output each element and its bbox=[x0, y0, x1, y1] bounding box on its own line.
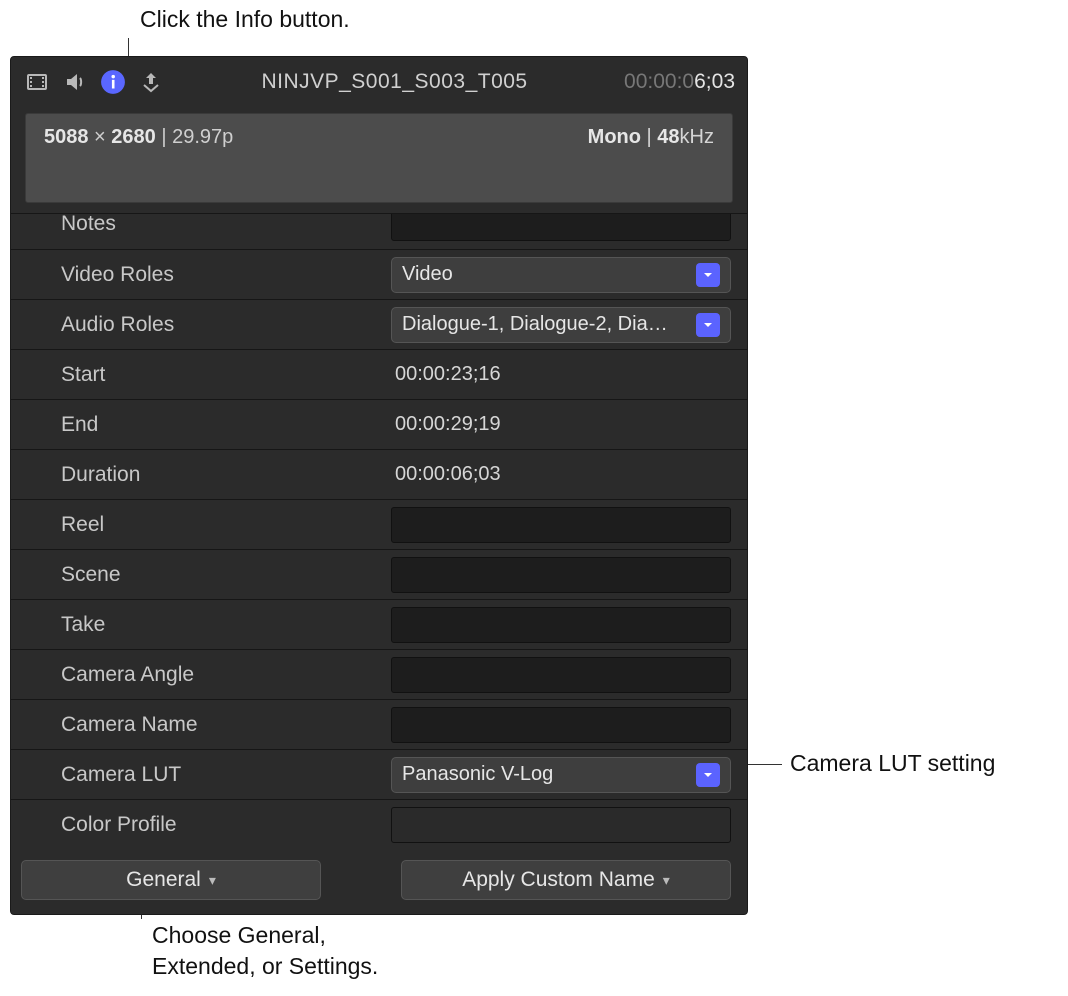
callout-line2: Extended, or Settings. bbox=[152, 951, 378, 982]
clip-name: NINJVP_S001_S003_T005 bbox=[175, 70, 614, 94]
dropdown-camera-lut-value: Panasonic V-Log bbox=[402, 763, 553, 786]
clip-format-summary: 5088 × 2680 | 29.97p Mono | 48kHz bbox=[25, 113, 733, 203]
field-color-profile[interactable] bbox=[391, 807, 731, 843]
row-video-roles: Video Roles Video bbox=[11, 250, 747, 300]
label-start: Start bbox=[61, 363, 391, 387]
label-camera-angle: Camera Angle bbox=[61, 663, 391, 687]
row-camera-angle: Camera Angle bbox=[11, 650, 747, 700]
chevron-down-icon: ▾ bbox=[209, 872, 216, 889]
field-reel[interactable] bbox=[391, 507, 731, 543]
khz-label: kHz bbox=[680, 126, 714, 148]
timecode-bright: 6;03 bbox=[694, 70, 735, 93]
frame-rate: 29.97p bbox=[172, 126, 233, 148]
metadata-rows: Notes Video Roles Video Audio Roles Dial… bbox=[11, 213, 747, 850]
inspector-footer: General ▾ Apply Custom Name ▾ bbox=[11, 850, 747, 914]
label-color-profile: Color Profile bbox=[61, 813, 391, 837]
share-inspector-icon[interactable] bbox=[137, 68, 165, 96]
row-end: End 00:00:29;19 bbox=[11, 400, 747, 450]
video-format: 5088 × 2680 | 29.97p bbox=[44, 126, 233, 149]
inspector-toolbar: NINJVP_S001_S003_T005 00:00:06;03 bbox=[11, 57, 747, 107]
callout-camera-lut: Camera LUT setting bbox=[790, 750, 995, 777]
callout-metadata-view: Choose General, Extended, or Settings. bbox=[152, 920, 378, 982]
value-end: 00:00:29;19 bbox=[391, 413, 501, 436]
clip-duration-timecode: 00:00:06;03 bbox=[624, 70, 735, 94]
dropdown-video-roles-value: Video bbox=[402, 263, 453, 286]
metadata-view-label: General bbox=[126, 868, 201, 892]
inspector-panel: NINJVP_S001_S003_T005 00:00:06;03 5088 ×… bbox=[10, 56, 748, 915]
chevron-down-icon bbox=[696, 763, 720, 787]
field-take[interactable] bbox=[391, 607, 731, 643]
sample-rate: 48 bbox=[657, 126, 679, 148]
metadata-view-popup[interactable]: General ▾ bbox=[21, 860, 321, 900]
field-camera-angle[interactable] bbox=[391, 657, 731, 693]
label-notes: Notes bbox=[61, 214, 391, 236]
field-scene[interactable] bbox=[391, 557, 731, 593]
apply-custom-name-label: Apply Custom Name bbox=[462, 868, 655, 892]
audio-inspector-icon[interactable] bbox=[61, 68, 89, 96]
value-duration: 00:00:06;03 bbox=[391, 463, 501, 486]
field-notes[interactable] bbox=[391, 214, 731, 241]
row-color-profile: Color Profile bbox=[11, 800, 747, 850]
row-take: Take bbox=[11, 600, 747, 650]
row-reel: Reel bbox=[11, 500, 747, 550]
label-take: Take bbox=[61, 613, 391, 637]
dropdown-audio-roles-value: Dialogue-1, Dialogue-2, Dia… bbox=[402, 313, 668, 336]
field-camera-name[interactable] bbox=[391, 707, 731, 743]
chevron-down-icon: ▾ bbox=[663, 872, 670, 889]
row-notes: Notes bbox=[11, 214, 747, 250]
res-height: 2680 bbox=[111, 126, 156, 148]
dropdown-video-roles[interactable]: Video bbox=[391, 257, 731, 293]
label-camera-lut: Camera LUT bbox=[61, 763, 391, 787]
chevron-down-icon bbox=[696, 263, 720, 287]
callout-line1: Choose General, bbox=[152, 920, 378, 951]
row-audio-roles: Audio Roles Dialogue-1, Dialogue-2, Dia… bbox=[11, 300, 747, 350]
label-end: End bbox=[61, 413, 391, 437]
row-camera-name: Camera Name bbox=[11, 700, 747, 750]
row-camera-lut: Camera LUT Panasonic V-Log bbox=[11, 750, 747, 800]
audio-channels: Mono bbox=[588, 126, 641, 148]
label-reel: Reel bbox=[61, 513, 391, 537]
label-duration: Duration bbox=[61, 463, 391, 487]
label-camera-name: Camera Name bbox=[61, 713, 391, 737]
row-start: Start 00:00:23;16 bbox=[11, 350, 747, 400]
label-scene: Scene bbox=[61, 563, 391, 587]
video-inspector-icon[interactable] bbox=[23, 68, 51, 96]
res-width: 5088 bbox=[44, 126, 89, 148]
apply-custom-name-popup[interactable]: Apply Custom Name ▾ bbox=[401, 860, 731, 900]
label-audio-roles: Audio Roles bbox=[61, 313, 391, 337]
row-duration: Duration 00:00:06;03 bbox=[11, 450, 747, 500]
label-video-roles: Video Roles bbox=[61, 263, 391, 287]
dropdown-camera-lut[interactable]: Panasonic V-Log bbox=[391, 757, 731, 793]
chevron-down-icon bbox=[696, 313, 720, 337]
row-scene: Scene bbox=[11, 550, 747, 600]
info-inspector-icon[interactable] bbox=[99, 68, 127, 96]
timecode-dim: 00:00:0 bbox=[624, 70, 694, 93]
value-start: 00:00:23;16 bbox=[391, 363, 501, 386]
dropdown-audio-roles[interactable]: Dialogue-1, Dialogue-2, Dia… bbox=[391, 307, 731, 343]
callout-info-button: Click the Info button. bbox=[140, 6, 350, 33]
audio-format: Mono | 48kHz bbox=[588, 126, 714, 149]
